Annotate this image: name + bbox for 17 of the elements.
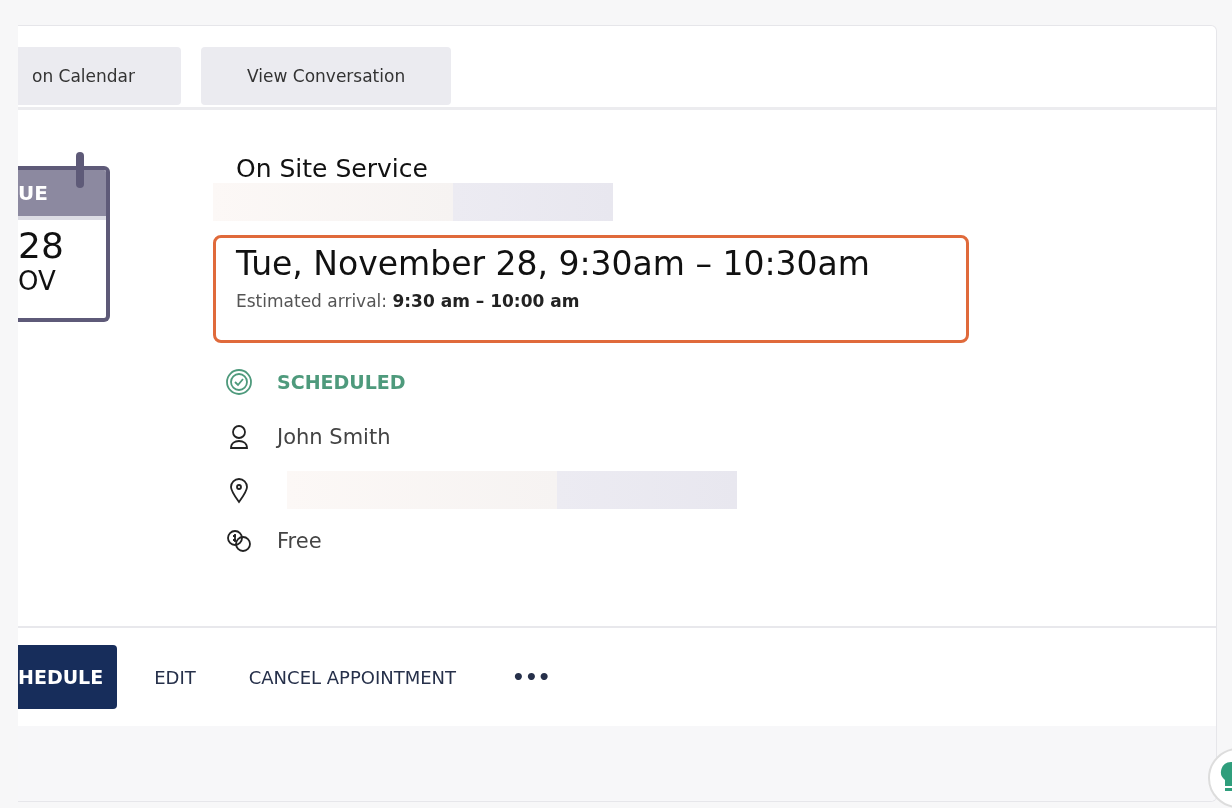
top-button[interactable]: View Conversation [201,47,452,105]
calendar-month: OV [18,266,56,296]
calendar-weekday: UE [18,181,48,205]
action-button[interactable]: EDIT [154,666,196,688]
price-label: Free [277,529,322,553]
clock-check-icon [225,368,253,396]
top-button[interactable]: on Calendar [18,47,182,105]
action-button[interactable]: CANCEL APPOINTMENT [248,666,457,688]
coins-icon [225,527,253,555]
reschedule-button[interactable]: HEDULE [18,645,118,709]
calendar-day: 28 [18,225,64,266]
status-label: SCHEDULED [277,371,406,393]
estimated-arrival: Estimated arrival: 9:30 am – 10:00 am [236,291,581,311]
service-title: On Site Service [235,154,429,183]
appointment-time: Tue, November 28, 9:30am – 10:30am [236,244,871,283]
person-name: John Smith [277,425,391,449]
more-button[interactable]: ••• [512,665,551,689]
